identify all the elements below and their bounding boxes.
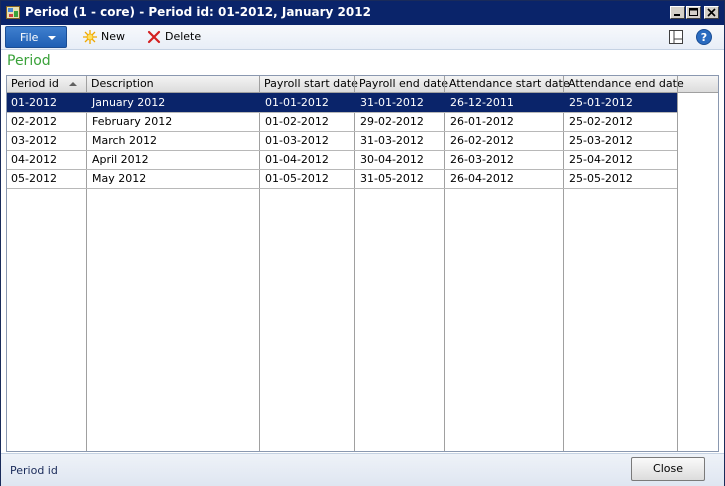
- action-pane: File New Delete: [1, 25, 724, 50]
- cell-attendance-end-date: 25-04-2012: [569, 153, 633, 166]
- table-row[interactable]: 02-2012 February 2012 01-02-2012 29-02-2…: [7, 112, 677, 132]
- minimize-icon: [674, 14, 680, 16]
- cell-payroll-start-date: 01-04-2012: [265, 153, 329, 166]
- cell-attendance-start-date: 26-02-2012: [450, 134, 514, 147]
- new-label: New: [101, 30, 125, 43]
- column-header-attendance-end-date[interactable]: Attendance end date: [564, 77, 684, 92]
- column-header-label: Period id: [11, 77, 59, 90]
- column-header-label: Description: [91, 77, 154, 90]
- cell-description: January 2012: [92, 96, 166, 109]
- new-icon: [82, 29, 98, 45]
- cell-payroll-start-date: 01-01-2012: [265, 96, 329, 109]
- status-text: Period id: [10, 464, 58, 477]
- column-header-label: Attendance start date: [449, 77, 570, 90]
- cell-attendance-start-date: 26-01-2012: [450, 115, 514, 128]
- layout-icon: [669, 30, 683, 44]
- new-button[interactable]: New: [82, 28, 130, 46]
- delete-icon: [146, 29, 162, 45]
- cell-period-id: 02-2012: [11, 115, 57, 128]
- table-row[interactable]: 03-2012 March 2012 01-03-2012 31-03-2012…: [7, 131, 677, 151]
- cell-attendance-start-date: 26-12-2011: [450, 96, 514, 109]
- dialog-window: Period (1 - core) - Period id: 01-2012, …: [0, 0, 725, 486]
- column-header-payroll-start-date[interactable]: Payroll start date: [260, 77, 358, 92]
- period-grid[interactable]: Period id Description Payroll start date…: [6, 75, 719, 452]
- file-menu-button[interactable]: File: [5, 26, 67, 48]
- status-bar: Period id Close: [1, 453, 724, 486]
- table-row[interactable]: 04-2012 April 2012 01-04-2012 30-04-2012…: [7, 150, 677, 170]
- title-bar[interactable]: Period (1 - core) - Period id: 01-2012, …: [1, 1, 724, 25]
- cell-attendance-start-date: 26-03-2012: [450, 153, 514, 166]
- chevron-down-icon: [48, 36, 56, 40]
- cell-payroll-start-date: 01-03-2012: [265, 134, 329, 147]
- close-window-button[interactable]: [704, 6, 719, 19]
- column-header-payroll-end-date[interactable]: Payroll end date: [355, 77, 449, 92]
- cell-payroll-end-date: 30-04-2012: [360, 153, 424, 166]
- cell-attendance-end-date: 25-03-2012: [569, 134, 633, 147]
- close-button[interactable]: Close: [631, 457, 705, 481]
- cell-description: February 2012: [92, 115, 173, 128]
- window-title: Period (1 - core) - Period id: 01-2012, …: [25, 5, 371, 19]
- cell-payroll-start-date: 01-02-2012: [265, 115, 329, 128]
- cell-attendance-end-date: 25-02-2012: [569, 115, 633, 128]
- svg-text:?: ?: [701, 31, 707, 44]
- column-header-label: Attendance end date: [568, 77, 684, 90]
- cell-payroll-end-date: 31-05-2012: [360, 172, 424, 185]
- cell-period-id: 05-2012: [11, 172, 57, 185]
- layout-button[interactable]: [667, 28, 685, 46]
- column-header-attendance-start-date[interactable]: Attendance start date: [445, 77, 570, 92]
- cell-period-id: 03-2012: [11, 134, 57, 147]
- minimize-button[interactable]: [670, 6, 685, 19]
- cell-payroll-end-date: 31-03-2012: [360, 134, 424, 147]
- cell-attendance-end-date: 25-01-2012: [569, 96, 633, 109]
- cell-description: April 2012: [92, 153, 149, 166]
- column-header-description[interactable]: Description: [87, 77, 260, 92]
- column-header-period-id[interactable]: Period id: [7, 77, 87, 92]
- table-row[interactable]: 01-2012 January 2012 01-01-2012 31-01-20…: [7, 93, 677, 113]
- file-menu-label: File: [20, 31, 39, 44]
- help-icon: ?: [696, 29, 712, 45]
- cell-payroll-end-date: 29-02-2012: [360, 115, 424, 128]
- cell-payroll-end-date: 31-01-2012: [360, 96, 424, 109]
- delete-button[interactable]: Delete: [146, 28, 202, 46]
- help-button[interactable]: ?: [695, 28, 713, 46]
- cell-attendance-end-date: 25-05-2012: [569, 172, 633, 185]
- cell-payroll-start-date: 01-05-2012: [265, 172, 329, 185]
- cell-description: March 2012: [92, 134, 158, 147]
- cell-attendance-start-date: 26-04-2012: [450, 172, 514, 185]
- table-row[interactable]: 05-2012 May 2012 01-05-2012 31-05-2012 2…: [7, 169, 677, 189]
- sort-ascending-icon: [69, 82, 77, 86]
- delete-label: Delete: [165, 30, 202, 43]
- column-header-label: Payroll start date: [264, 77, 358, 90]
- grid-header: Period id Description Payroll start date…: [7, 76, 718, 93]
- maximize-button[interactable]: [686, 6, 701, 19]
- app-icon: [6, 5, 21, 20]
- cell-period-id: 01-2012: [11, 96, 57, 109]
- section-title: Period: [7, 53, 51, 69]
- close-icon: [707, 8, 716, 17]
- column-header-label: Payroll end date: [359, 77, 449, 90]
- maximize-icon: [689, 8, 698, 16]
- column-divider: [677, 76, 678, 451]
- cell-period-id: 04-2012: [11, 153, 57, 166]
- cell-description: May 2012: [92, 172, 147, 185]
